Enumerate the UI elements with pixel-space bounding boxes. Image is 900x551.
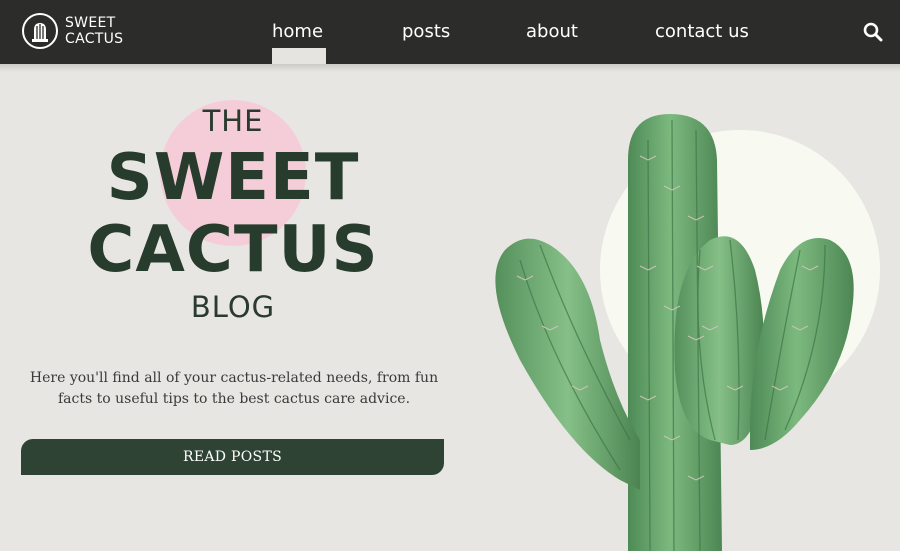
brand-line-1: SWEET: [65, 15, 116, 31]
hero-description: Here you'll find all of your cactus-rela…: [29, 370, 439, 407]
cactus-image: [495, 114, 880, 551]
hero-title-line-1: SWEET: [106, 141, 360, 215]
hero-title-blog: BLOG: [190, 290, 276, 324]
brand-name: SWEET CACTUS: [65, 15, 123, 47]
search-icon[interactable]: [863, 22, 883, 42]
nav-contact-us[interactable]: contact us: [655, 20, 749, 44]
hero-title: SWEET CACTUS: [0, 142, 466, 286]
read-posts-button[interactable]: READ POSTS: [21, 439, 444, 475]
nav-posts[interactable]: posts: [402, 20, 450, 44]
nav-about[interactable]: about: [526, 20, 578, 44]
brand-line-2: CACTUS: [65, 31, 124, 47]
nav-active-indicator: [272, 48, 326, 64]
hero-title-line-2: CACTUS: [87, 213, 379, 287]
header-shadow: [0, 64, 900, 72]
cactus-logo-icon: [22, 13, 58, 49]
hero-title-the: THE: [202, 104, 264, 138]
nav-home[interactable]: home: [272, 20, 323, 44]
top-navigation-bar: SWEET CACTUS home posts about contact us: [0, 0, 900, 64]
brand-logo-link[interactable]: SWEET CACTUS: [21, 12, 123, 50]
